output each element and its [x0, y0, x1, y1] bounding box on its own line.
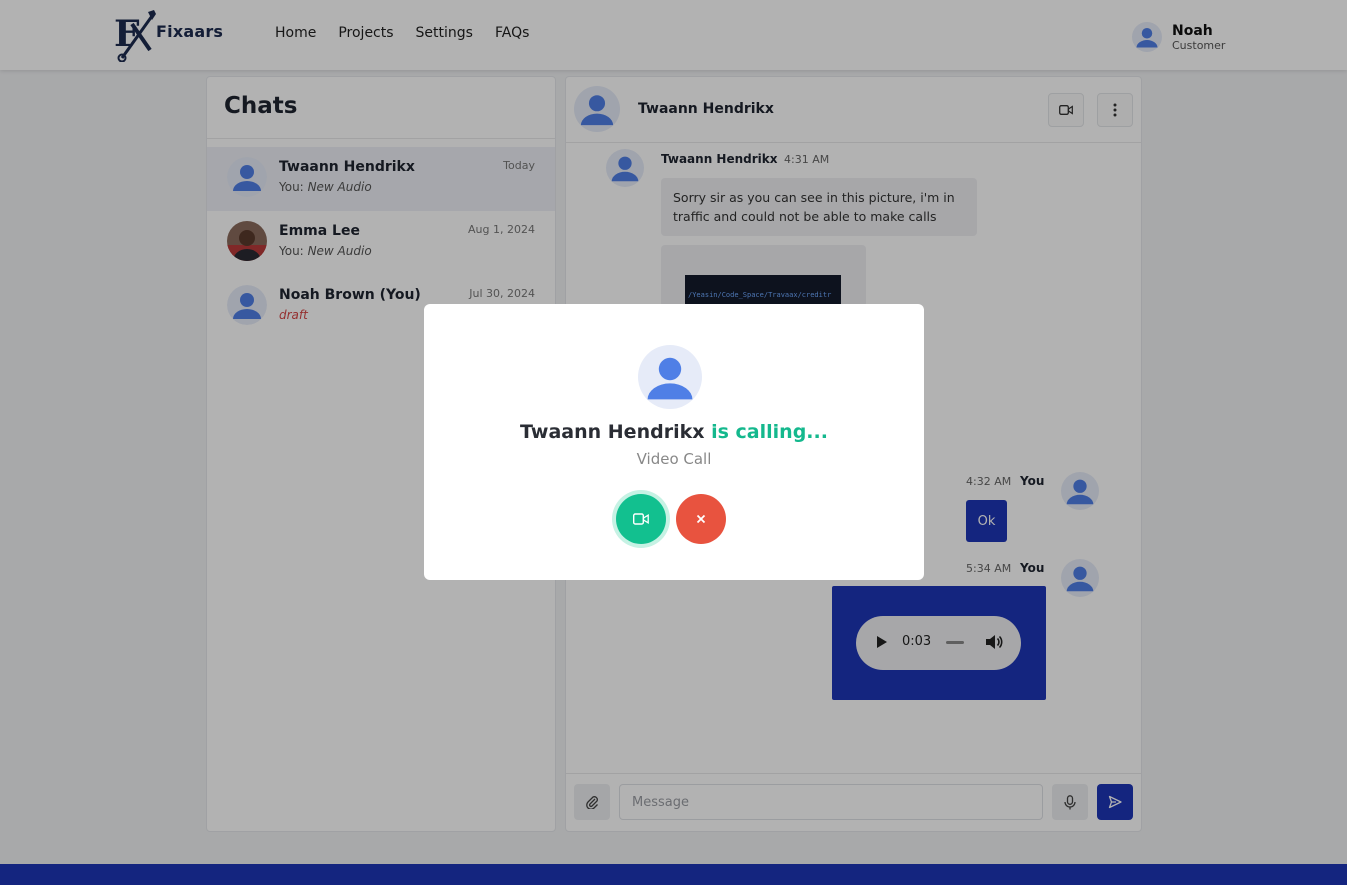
- caller-name: Twaann Hendrikx: [520, 421, 705, 443]
- decline-call-button[interactable]: [676, 494, 726, 544]
- incoming-call-modal: Twaann Hendrikx is calling... Video Call: [424, 304, 924, 580]
- call-type: Video Call: [636, 450, 712, 468]
- caller-avatar: [638, 345, 702, 409]
- calling-status: is calling...: [711, 421, 828, 443]
- video-icon: [633, 513, 649, 525]
- close-icon: [696, 514, 706, 524]
- call-title: Twaann Hendrikx is calling...: [424, 421, 924, 443]
- accept-call-button[interactable]: [616, 494, 666, 544]
